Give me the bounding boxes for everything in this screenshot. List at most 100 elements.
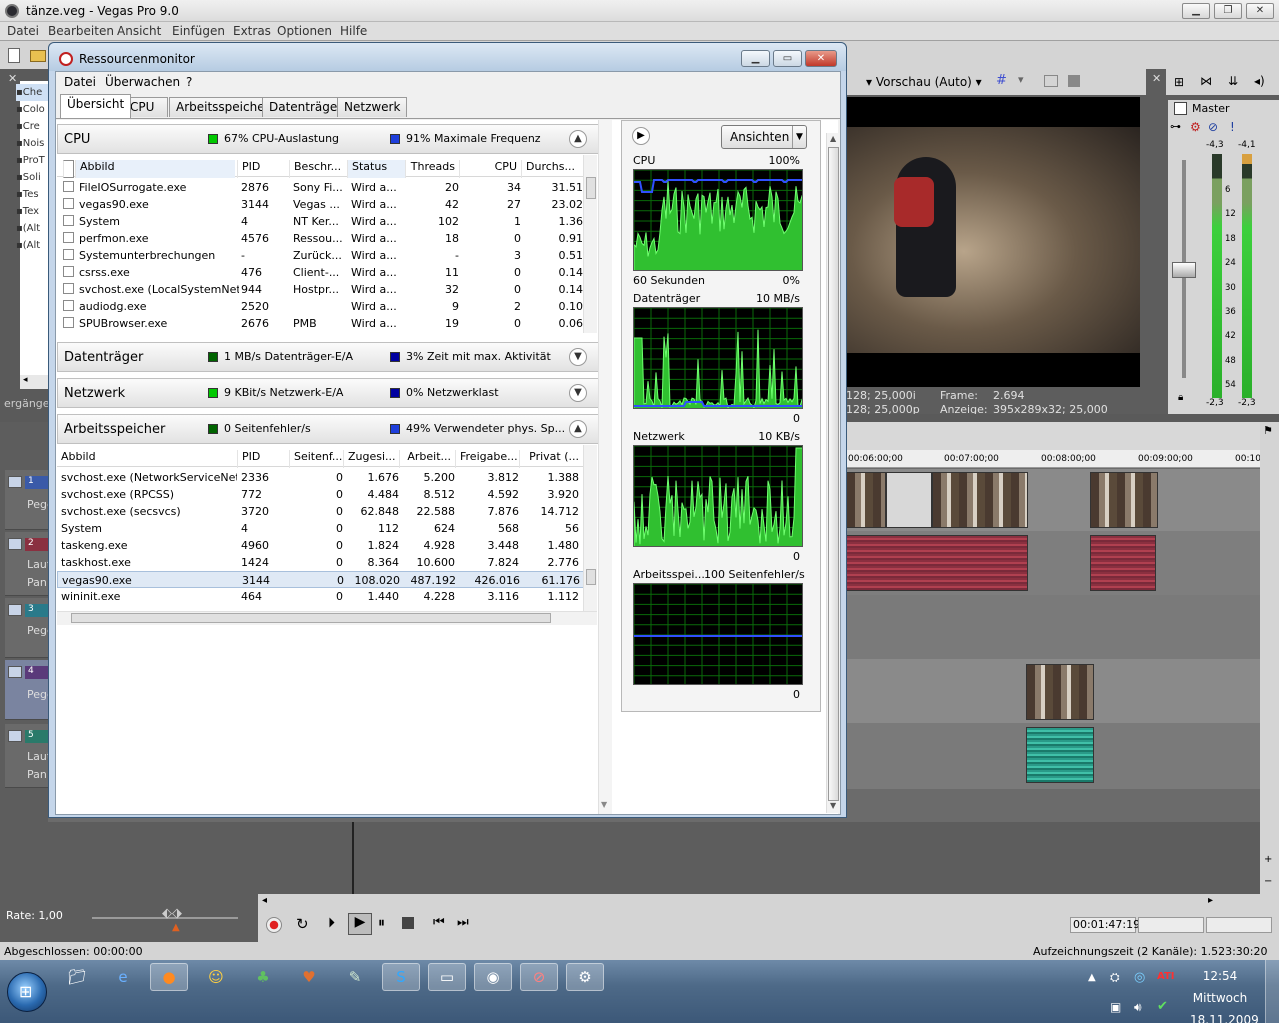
start-button[interactable]: ⊞ bbox=[7, 972, 47, 1012]
explorer-item[interactable]: ▪Tex bbox=[16, 203, 48, 220]
tray-app-icon[interactable]: ◎ bbox=[1134, 970, 1145, 985]
cpu-process-row[interactable]: csrss.exe 476 Client-... Wird a... 11 0 0.14 bbox=[57, 264, 585, 281]
cpu-process-row[interactable]: System 4 NT Ker... Wird a... 102 1 1.36 bbox=[57, 213, 585, 230]
tray-security-icon[interactable]: ✔ bbox=[1157, 999, 1168, 1014]
cpu-process-row[interactable]: vegas90.exe 3144 Vegas ... Wird a... 42 27 23.… bbox=[57, 196, 585, 213]
process-checkbox[interactable] bbox=[63, 283, 74, 294]
cpu-process-row[interactable]: svchost.exe (LocalSystemNet... 944 Hostpr.… bbox=[57, 281, 585, 298]
track-header-5[interactable]: 5 Laut Pan: bbox=[5, 724, 51, 788]
memory-hscroll-thumb[interactable] bbox=[71, 613, 551, 623]
mcol-pid[interactable]: PID bbox=[237, 450, 289, 468]
taskbar-firefox-icon[interactable]: ● bbox=[150, 963, 188, 991]
pause-icon[interactable]: ⏸ bbox=[378, 915, 385, 931]
master-close-icon[interactable]: ✕ bbox=[1152, 72, 1161, 85]
network-expand-icon[interactable]: ▼ bbox=[569, 384, 587, 402]
rm-title-bar[interactable]: Ressourcenmonitor ▁ ▭ ✕ bbox=[49, 43, 846, 71]
memory-process-row[interactable]: wininit.exe 464 0 1.440 4.228 3.116 1.112 bbox=[57, 588, 585, 605]
left-pane-scroll-down-icon[interactable]: ▼ bbox=[601, 800, 607, 809]
zoom-in-icon[interactable]: + bbox=[1264, 854, 1272, 865]
rm-maximize-button[interactable]: ▭ bbox=[773, 50, 802, 67]
play-icon[interactable]: ▶ bbox=[348, 913, 372, 935]
go-to-end-icon[interactable]: ⏭ bbox=[457, 915, 469, 930]
process-checkbox[interactable] bbox=[63, 317, 74, 328]
audio-clip[interactable] bbox=[1090, 535, 1156, 591]
taskbar-explorer-icon[interactable]: 📁︎ bbox=[58, 963, 96, 991]
downmix-icon[interactable]: ⋈ bbox=[1200, 74, 1212, 88]
rm-menu-ueberwachen[interactable]: Überwachen bbox=[105, 75, 180, 89]
master-fader-handle[interactable] bbox=[1172, 262, 1196, 278]
new-file-icon[interactable] bbox=[8, 48, 20, 63]
open-folder-icon[interactable] bbox=[30, 50, 46, 62]
taskbar-resource-monitor-icon[interactable]: ⊘ bbox=[520, 963, 558, 991]
memory-section-header[interactable]: Arbeitsspeicher 0 Seitenfehler/s 49% Ver… bbox=[57, 414, 599, 444]
vegas-menu-ansicht[interactable]: Ansicht bbox=[117, 24, 161, 38]
disk-section-header[interactable]: Datenträger 1 MB/s Datenträger-E/A 3% Ze… bbox=[57, 342, 599, 372]
cpu-collapse-icon[interactable]: ▲ bbox=[569, 130, 587, 148]
timeline-tracks-area[interactable] bbox=[846, 469, 1260, 789]
audio-clip[interactable] bbox=[1026, 727, 1094, 783]
video-clip-gap[interactable] bbox=[886, 472, 932, 528]
explorer-item[interactable]: ▪Soli bbox=[16, 169, 48, 186]
rm-menu-datei[interactable]: Datei bbox=[64, 75, 96, 89]
process-checkbox[interactable] bbox=[63, 232, 74, 243]
master-bus-icon[interactable] bbox=[1174, 102, 1187, 115]
tray-show-hidden-icon[interactable]: ▲ bbox=[1088, 972, 1096, 983]
cpu-process-row[interactable]: SPUBrowser.exe 2676 PMB Wird a... 19 0 0.06 bbox=[57, 315, 585, 332]
memory-process-row[interactable]: vegas90.exe 3144 0 108.020 487.192 426.016 61.… bbox=[57, 571, 585, 588]
col-abbild[interactable]: Abbild bbox=[75, 160, 235, 178]
explorer-item[interactable]: ▪Colo bbox=[16, 101, 48, 118]
process-checkbox[interactable] bbox=[63, 215, 74, 226]
left-pane-scrollbar[interactable]: ▼ bbox=[598, 120, 612, 814]
col-pid[interactable]: PID bbox=[237, 160, 289, 178]
mcol-arbeitssatz[interactable]: Arbeit... bbox=[399, 450, 455, 468]
video-clip[interactable] bbox=[846, 472, 886, 528]
go-to-start-icon[interactable]: ⏮ bbox=[433, 915, 445, 930]
vegas-menu-bearbeiten[interactable]: Bearbeiten bbox=[48, 24, 114, 38]
cpu-select-all-checkbox[interactable] bbox=[63, 160, 74, 178]
tray-display-icon[interactable]: ▣ bbox=[1110, 1000, 1121, 1014]
explorer-item[interactable]: ▪Tes bbox=[16, 186, 48, 203]
mcol-privat[interactable]: Privat (... bbox=[519, 450, 583, 468]
memory-process-row[interactable]: taskeng.exe 4960 0 1.824 4.928 3.448 1.480 bbox=[57, 537, 585, 554]
record-icon[interactable] bbox=[266, 917, 282, 933]
tray-volume-icon[interactable]: 🔊︎ bbox=[1134, 1000, 1142, 1015]
cpu-table-scrollbar[interactable] bbox=[583, 155, 597, 333]
tab-uebersicht[interactable]: Übersicht bbox=[60, 94, 132, 118]
taskbar-app-icon[interactable]: ♣ bbox=[244, 963, 282, 991]
explorer-item[interactable]: ▪Nois bbox=[16, 135, 48, 152]
disk-expand-icon[interactable]: ▼ bbox=[569, 348, 587, 366]
memory-scroll-thumb[interactable] bbox=[586, 569, 596, 585]
cpu-section-header[interactable]: CPU 67% CPU-Auslastung 91% Maximale Freq… bbox=[57, 124, 599, 154]
play-from-start-icon[interactable]: ⏵ bbox=[328, 915, 335, 931]
vegas-menu-optionen[interactable]: Optionen bbox=[277, 24, 332, 38]
taskbar-app-icon[interactable]: ♥ bbox=[290, 963, 328, 991]
mcol-zugesichert[interactable]: Zugesi... bbox=[343, 450, 399, 468]
vegas-close-button[interactable]: ✕ bbox=[1246, 3, 1274, 19]
rm-scroll-thumb[interactable] bbox=[828, 147, 839, 801]
explorer-item[interactable]: ▪(Alt bbox=[16, 220, 48, 237]
taskbar-app-icon[interactable]: ☺ bbox=[197, 963, 235, 991]
cpu-process-row[interactable]: perfmon.exe 4576 Ressou... Wird a... 18 0 0.91 bbox=[57, 230, 585, 247]
cpu-process-row[interactable]: Systemunterbrechungen - Zurück... Wird a...… bbox=[57, 247, 585, 264]
network-section-header[interactable]: Netzwerk 9 KBit/s Netzwerk-E/A 0% Netzwe… bbox=[57, 378, 599, 408]
audio-clip[interactable] bbox=[846, 535, 1028, 591]
vegas-menu-hilfe[interactable]: Hilfe bbox=[340, 24, 367, 38]
rm-menu-help[interactable]: ? bbox=[186, 75, 192, 89]
marker-icon[interactable]: ⚑ bbox=[1263, 424, 1273, 437]
hscroll-right-icon[interactable]: ▸ bbox=[1208, 895, 1213, 906]
dim-output-icon[interactable]: ⇊ bbox=[1228, 74, 1238, 88]
process-checkbox[interactable] bbox=[63, 249, 74, 260]
cpu-process-row[interactable]: audiodg.exe 2520 Wird a... 9 2 0.10 bbox=[57, 298, 585, 315]
timeline-vscroll[interactable]: ⚑ + − bbox=[1260, 422, 1279, 912]
explorer-item[interactable]: ▪ProT bbox=[16, 152, 48, 169]
grid-dropdown-icon[interactable]: ▾ bbox=[1018, 73, 1024, 86]
process-checkbox[interactable] bbox=[63, 266, 74, 277]
loop-icon[interactable]: ↻ bbox=[296, 915, 309, 933]
master-mute-icon[interactable]: ⊘ bbox=[1208, 120, 1218, 134]
vegas-menu-einfuegen[interactable]: Einfügen bbox=[172, 24, 225, 38]
preview-quality-select[interactable]: ▾ Vorschau (Auto) ▾ bbox=[866, 75, 982, 89]
col-cpu[interactable]: CPU bbox=[459, 160, 521, 178]
mcol-freigabe[interactable]: Freigabe... bbox=[455, 450, 519, 468]
hscroll-left-icon[interactable]: ◂ bbox=[262, 895, 267, 906]
rm-close-button[interactable]: ✕ bbox=[805, 50, 837, 67]
